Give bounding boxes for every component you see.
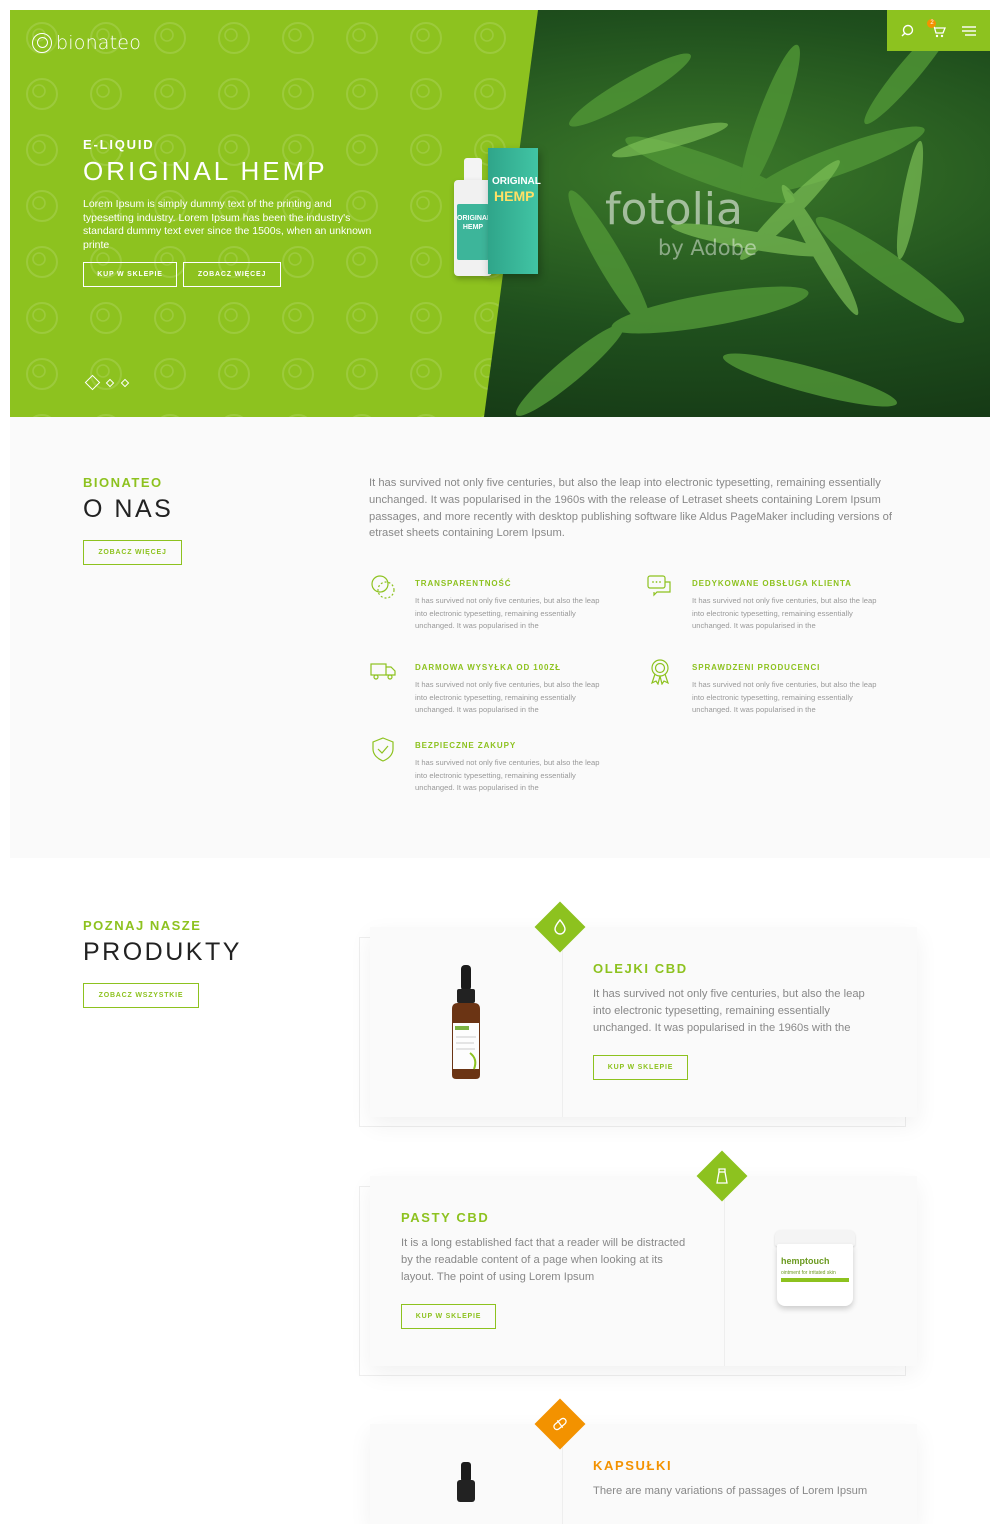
eliquid-box-image: ORIGINAL HEMP: [488, 148, 541, 274]
feature-customer-service: DEDYKOWANE OBSŁUGA KLIENTA It has surviv…: [646, 573, 876, 643]
feature-text: It has survived not only five centuries,…: [415, 758, 600, 792]
bottle-label: ORIGINAL HEMP: [457, 204, 491, 260]
about-title: O NAS: [83, 495, 174, 523]
capsule-icon: [553, 1417, 567, 1431]
feature-title: DEDYKOWANE OBSŁUGA KLIENTA: [692, 579, 852, 588]
hero-shop-button[interactable]: KUP W SKLEPIE: [83, 262, 177, 287]
hero-title: ORIGINAL HEMP: [83, 156, 328, 186]
feature-title: BEZPIECZNE ZAKUPY: [415, 741, 517, 750]
product-description: It has survived not only five centuries,…: [593, 988, 865, 1034]
about-more-button[interactable]: ZOBACZ WIĘCEJ: [83, 540, 182, 565]
feature-text: It has survived not only five centuries,…: [415, 680, 600, 714]
about-section: BIONATEO O NAS ZOBACZ WIĘCEJ It has surv…: [10, 417, 990, 858]
about-kicker: BIONATEO: [83, 475, 163, 490]
feature-text: It has survived not only five centuries,…: [692, 680, 877, 714]
slider-dot-3[interactable]: [120, 378, 130, 387]
slider-dots: [84, 374, 130, 391]
products-title: PRODUKTY: [83, 938, 242, 966]
about-intro: It has survived not only five centuries,…: [369, 477, 892, 540]
oil-dropper-bottle-image: [452, 965, 480, 1079]
search-icon[interactable]: [898, 21, 918, 41]
slider-dot-1[interactable]: [84, 374, 101, 391]
logo-text: bionateo: [56, 32, 142, 54]
feature-text: It has survived not only five centuries,…: [415, 596, 600, 630]
box-label-line1: ORIGINAL: [492, 176, 541, 187]
chat-icon: [647, 575, 671, 597]
slider-dot-2[interactable]: [105, 378, 115, 387]
photo-watermark-sub: by Adobe: [658, 236, 757, 260]
product-card-oils: OLEJKI CBD It has survived not only five…: [370, 927, 917, 1117]
feature-free-shipping: DARMOWA WYSYŁKA OD 100ZŁ It has survived…: [369, 657, 599, 727]
products-all-button[interactable]: ZOBACZ WSZYSTKIE: [83, 983, 199, 1008]
hero-text: Lorem Ipsum is simply dummy text of the …: [83, 198, 372, 251]
feature-transparency: TRANSPARENTNOŚĆ It has survived not only…: [369, 573, 599, 643]
top-toolbar: 2: [887, 10, 990, 51]
product-name: OLEJKI CBD: [593, 961, 688, 976]
shield-icon: [372, 737, 394, 762]
product-card-capsules: KAPSUŁKI There are many variations of pa…: [370, 1424, 917, 1524]
product-name: KAPSUŁKI: [593, 1458, 673, 1473]
jar-brand-label: hemptouch: [781, 1256, 830, 1266]
cart-icon[interactable]: 2: [927, 18, 948, 41]
capsule-bottle-image: [457, 1462, 475, 1502]
transparency-icon: [371, 575, 395, 599]
eliquid-bottle-image: ORIGINAL HEMP: [454, 158, 492, 276]
drop-icon: [554, 918, 566, 935]
feature-text: It has survived not only five centuries,…: [692, 596, 877, 630]
product-card-pastes: PASTY CBD It is a long established fact …: [370, 1176, 917, 1366]
tube-icon: [716, 1168, 728, 1184]
jar-sub-label: ointment for irritated skin: [781, 1270, 836, 1276]
hero-slider: fotolia by Adobe bionateo 2 ORIGINAL HEM…: [10, 10, 990, 417]
menu-icon[interactable]: [959, 21, 979, 41]
feature-title: SPRAWDZENI PRODUCENCI: [692, 663, 821, 672]
product-description: There are many variations of passages of…: [593, 1485, 868, 1497]
truck-icon: [370, 663, 396, 680]
box-label-line2: HEMP: [494, 188, 535, 204]
award-icon: [650, 659, 670, 685]
hero-kicker: E-LIQUID: [83, 137, 155, 152]
ointment-jar-image: hemptouch ointment for irritated skin: [775, 1230, 855, 1308]
feature-secure-shopping: BEZPIECZNE ZAKUPY It has survived not on…: [369, 735, 599, 805]
product-shop-button[interactable]: KUP W SKLEPIE: [401, 1304, 496, 1329]
feature-title: DARMOWA WYSYŁKA OD 100ZŁ: [415, 663, 561, 672]
product-name: PASTY CBD: [401, 1210, 490, 1225]
feature-verified-producers: SPRAWDZENI PRODUCENCI It has survived no…: [646, 657, 876, 727]
logo-icon: [32, 33, 52, 53]
logo[interactable]: bionateo: [32, 32, 141, 54]
photo-watermark: fotolia: [605, 184, 743, 235]
cart-count-badge: 2: [927, 18, 937, 28]
hero-more-button[interactable]: ZOBACZ WIĘCEJ: [183, 262, 281, 287]
products-kicker: POZNAJ NASZE: [83, 918, 202, 933]
product-description: It is a long established fact that a rea…: [401, 1237, 686, 1283]
feature-title: TRANSPARENTNOŚĆ: [415, 579, 512, 588]
product-shop-button[interactable]: KUP W SKLEPIE: [593, 1055, 688, 1080]
